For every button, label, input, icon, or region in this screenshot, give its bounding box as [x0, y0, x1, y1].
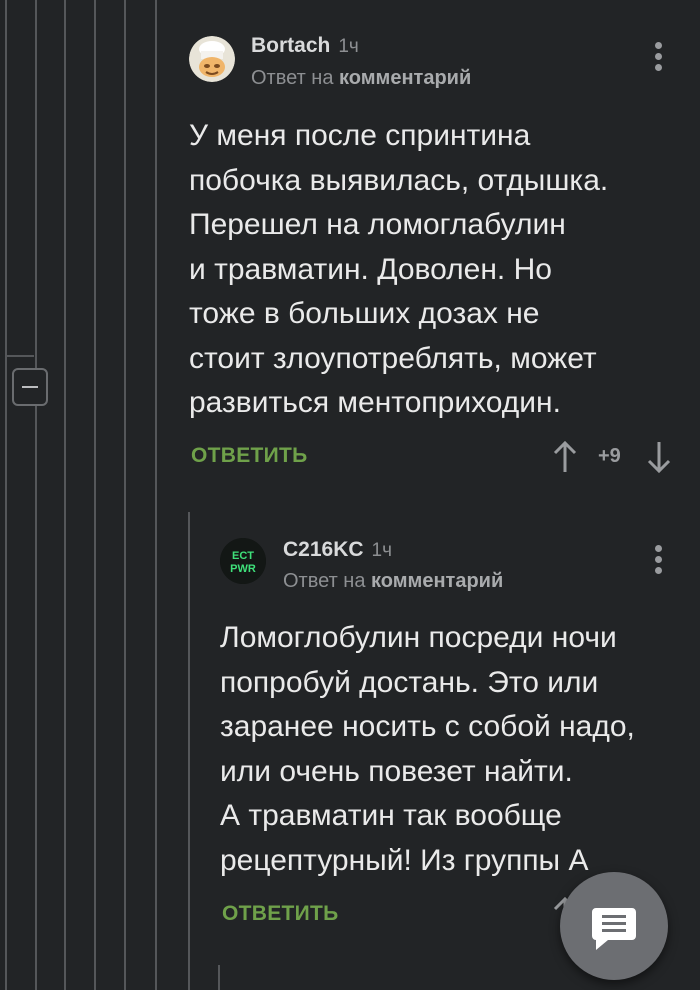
comment-thread-page: Bortach 1ч Ответ на комментарий У меня по… [0, 0, 700, 990]
avatar-text-top: ECT [232, 550, 254, 562]
more-options-icon[interactable] [655, 42, 663, 72]
thread-line [124, 0, 126, 990]
comment-author[interactable]: Bortach 1ч [251, 34, 359, 58]
avatar-text-bottom: PWR [230, 563, 256, 575]
thread-line [155, 0, 157, 990]
comment-line: и травматин. Доволен. Но [189, 252, 552, 286]
reply-to-prefix: Ответ на [251, 67, 334, 89]
comment-time: 1ч [371, 540, 393, 561]
reply-to-target[interactable]: комментарий [339, 67, 471, 89]
comment-line: А травматин так вообще [220, 799, 562, 832]
comment-line: развиться ментоприходин. [189, 386, 561, 419]
chef-avatar-icon[interactable] [189, 36, 235, 82]
author-name[interactable]: C216KC [283, 538, 364, 561]
comment-line: попробуй достань. Это или [220, 665, 599, 699]
comment-body: Ломоглобулин посреди ночи попробуй доста… [220, 616, 635, 883]
comment-line: заранее носить с собой надо, [220, 710, 635, 743]
comment-body: У меня после спринтина побочка выявилась… [189, 114, 608, 426]
comment-line: Перешел на ломоглабулин [189, 208, 566, 241]
comment-line: тоже в больших дозах не [189, 297, 540, 330]
thread-line [218, 965, 220, 990]
reply-to-target[interactable]: комментарий [371, 570, 503, 592]
collapse-thread-button[interactable] [12, 368, 48, 406]
rating-count: +9 [598, 445, 621, 467]
thread-line [64, 0, 66, 990]
more-options-icon[interactable] [655, 545, 663, 575]
thread-line [94, 0, 96, 990]
reply-button[interactable]: ОТВЕТИТЬ [191, 444, 308, 468]
thread-line [5, 0, 7, 990]
upvote-arrow-icon[interactable] [552, 440, 578, 474]
thread-branch [6, 355, 34, 357]
comment-icon [592, 908, 636, 950]
reply-to-link[interactable]: Ответ на комментарий [251, 67, 471, 90]
comment-line: побочка выявилась, отдышка. [189, 163, 609, 197]
comment-line: стоит злоупотреблять, может [189, 341, 597, 375]
comment-author[interactable]: C216KC 1ч [283, 538, 392, 562]
reply-to-prefix: Ответ на [283, 570, 366, 592]
thread-line [35, 0, 37, 990]
comment-line: или очень повезет найти. [220, 754, 573, 788]
comment-time: 1ч [338, 36, 359, 57]
write-comment-button[interactable] [560, 872, 668, 980]
reply-button[interactable]: ОТВЕТИТЬ [222, 902, 339, 926]
comment-line: Ломоглобулин посреди ночи [220, 621, 617, 654]
user-avatar[interactable]: ECT PWR [220, 538, 266, 584]
author-name[interactable]: Bortach [251, 34, 330, 57]
thread-line [188, 512, 190, 990]
comment-line: У меня после спринтина [189, 119, 531, 152]
downvote-arrow-icon[interactable] [646, 440, 672, 474]
reply-to-link[interactable]: Ответ на комментарий [283, 570, 503, 593]
